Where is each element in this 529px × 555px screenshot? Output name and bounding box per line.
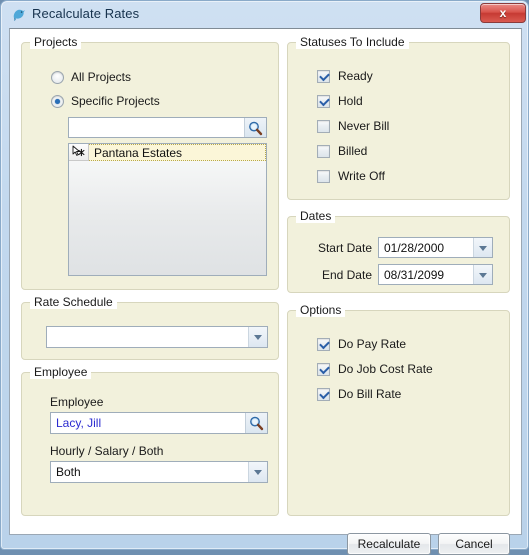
checkbox-billed-indicator: [317, 144, 330, 158]
close-icon: x: [499, 6, 507, 20]
checkbox-hold-label: Hold: [338, 94, 363, 108]
projects-group: Projects All Projects Specific Projects: [21, 35, 279, 290]
dialog-client-area: Projects All Projects Specific Projects: [9, 28, 522, 555]
recalculate-button-label: Recalculate: [357, 537, 421, 551]
checkbox-write-off-label: Write Off: [338, 169, 385, 183]
checkbox-never-bill-indicator: [317, 119, 330, 133]
start-date-field[interactable]: 01/28/2000: [378, 237, 493, 258]
radio-all-projects-label: All Projects: [71, 70, 132, 84]
rate-schedule-group: Rate Schedule: [21, 295, 279, 360]
checkbox-do-job-cost-rate-label: Do Job Cost Rate: [338, 362, 433, 376]
checkbox-do-job-cost-rate-indicator: [317, 362, 330, 376]
employee-group-legend: Employee: [30, 365, 92, 379]
project-search-input[interactable]: [68, 117, 267, 138]
rate-schedule-group-legend: Rate Schedule: [30, 295, 117, 309]
employee-type-label: Hourly / Salary / Both: [50, 444, 164, 458]
bird-icon: [10, 6, 28, 24]
rate-schedule-combo[interactable]: [46, 326, 268, 348]
checkbox-do-job-cost-rate[interactable]: Do Job Cost Rate: [317, 361, 433, 377]
radio-all-projects[interactable]: All Projects: [51, 69, 131, 85]
statuses-group: Statuses To Include Ready Hold Never Bil…: [287, 35, 510, 200]
start-date-value: 01/28/2000: [384, 240, 445, 255]
end-date-field[interactable]: 08/31/2099: [378, 264, 493, 285]
employee-type-value: Both: [56, 465, 81, 479]
dialog-window: Recalculate Rates x Projects All Project…: [0, 0, 529, 555]
end-date-label: End Date: [321, 268, 372, 282]
radio-specific-projects-label: Specific Projects: [71, 94, 160, 108]
checkbox-do-pay-rate-indicator: [317, 337, 330, 351]
chevron-down-icon: [473, 265, 492, 284]
employee-field-label: Employee: [50, 395, 104, 409]
table-row-label: Pantana Estates: [89, 144, 266, 161]
statuses-group-legend: Statuses To Include: [296, 35, 409, 49]
radio-specific-projects[interactable]: Specific Projects: [51, 93, 160, 109]
recalculate-button[interactable]: Recalculate: [347, 533, 431, 555]
chevron-down-icon: [473, 238, 492, 257]
checkbox-do-bill-rate-label: Do Bill Rate: [338, 387, 402, 401]
checkbox-never-bill-label: Never Bill: [338, 119, 390, 133]
dates-group-legend: Dates: [296, 209, 336, 223]
checkbox-ready[interactable]: Ready: [317, 68, 373, 84]
radio-specific-projects-indicator: [51, 94, 64, 108]
employee-value: Lacy, Jill: [56, 416, 102, 430]
dates-group: Dates Start Date 01/28/2000 End Date 08/…: [287, 209, 510, 293]
checkbox-ready-indicator: [317, 69, 330, 83]
projects-group-legend: Projects: [30, 35, 82, 49]
projects-list-grid[interactable]: Pantana Estates: [68, 143, 267, 276]
chevron-down-icon: [248, 327, 267, 347]
checkbox-do-bill-rate[interactable]: Do Bill Rate: [317, 386, 401, 402]
window-title: Recalculate Rates: [32, 6, 140, 21]
close-button[interactable]: x: [480, 3, 526, 23]
checkbox-billed-label: Billed: [338, 144, 368, 158]
cancel-button[interactable]: Cancel: [438, 533, 510, 555]
employee-group: Employee Employee Lacy, Jill Hourly / Sa…: [21, 365, 279, 516]
checkbox-do-bill-rate-indicator: [317, 387, 330, 401]
end-date-value: 08/31/2099: [384, 267, 445, 282]
checkbox-write-off-indicator: [317, 169, 330, 183]
radio-all-projects-indicator: [51, 70, 64, 84]
cancel-button-label: Cancel: [455, 537, 493, 551]
checkbox-never-bill[interactable]: Never Bill: [317, 118, 389, 134]
chevron-down-icon: [248, 462, 267, 482]
employee-search-button[interactable]: [245, 413, 267, 433]
checkbox-billed[interactable]: Billed: [317, 143, 367, 159]
start-date-label: Start Date: [317, 241, 372, 255]
checkbox-write-off[interactable]: Write Off: [317, 168, 385, 184]
checkbox-hold[interactable]: Hold: [317, 93, 363, 109]
checkbox-do-pay-rate-label: Do Pay Rate: [338, 337, 407, 351]
checkbox-do-pay-rate[interactable]: Do Pay Rate: [317, 336, 406, 352]
options-group: Options Do Pay Rate Do Job Cost Rate Do …: [287, 303, 510, 516]
titlebar: Recalculate Rates x: [1, 1, 529, 29]
new-row-asterisk-icon: [69, 144, 89, 161]
project-search-button[interactable]: [244, 118, 266, 137]
checkbox-hold-indicator: [317, 94, 330, 108]
table-row[interactable]: Pantana Estates: [69, 144, 266, 161]
employee-type-combo[interactable]: Both: [50, 461, 268, 483]
employee-input[interactable]: Lacy, Jill: [50, 412, 268, 434]
options-group-legend: Options: [296, 303, 346, 317]
checkbox-ready-label: Ready: [338, 69, 373, 83]
